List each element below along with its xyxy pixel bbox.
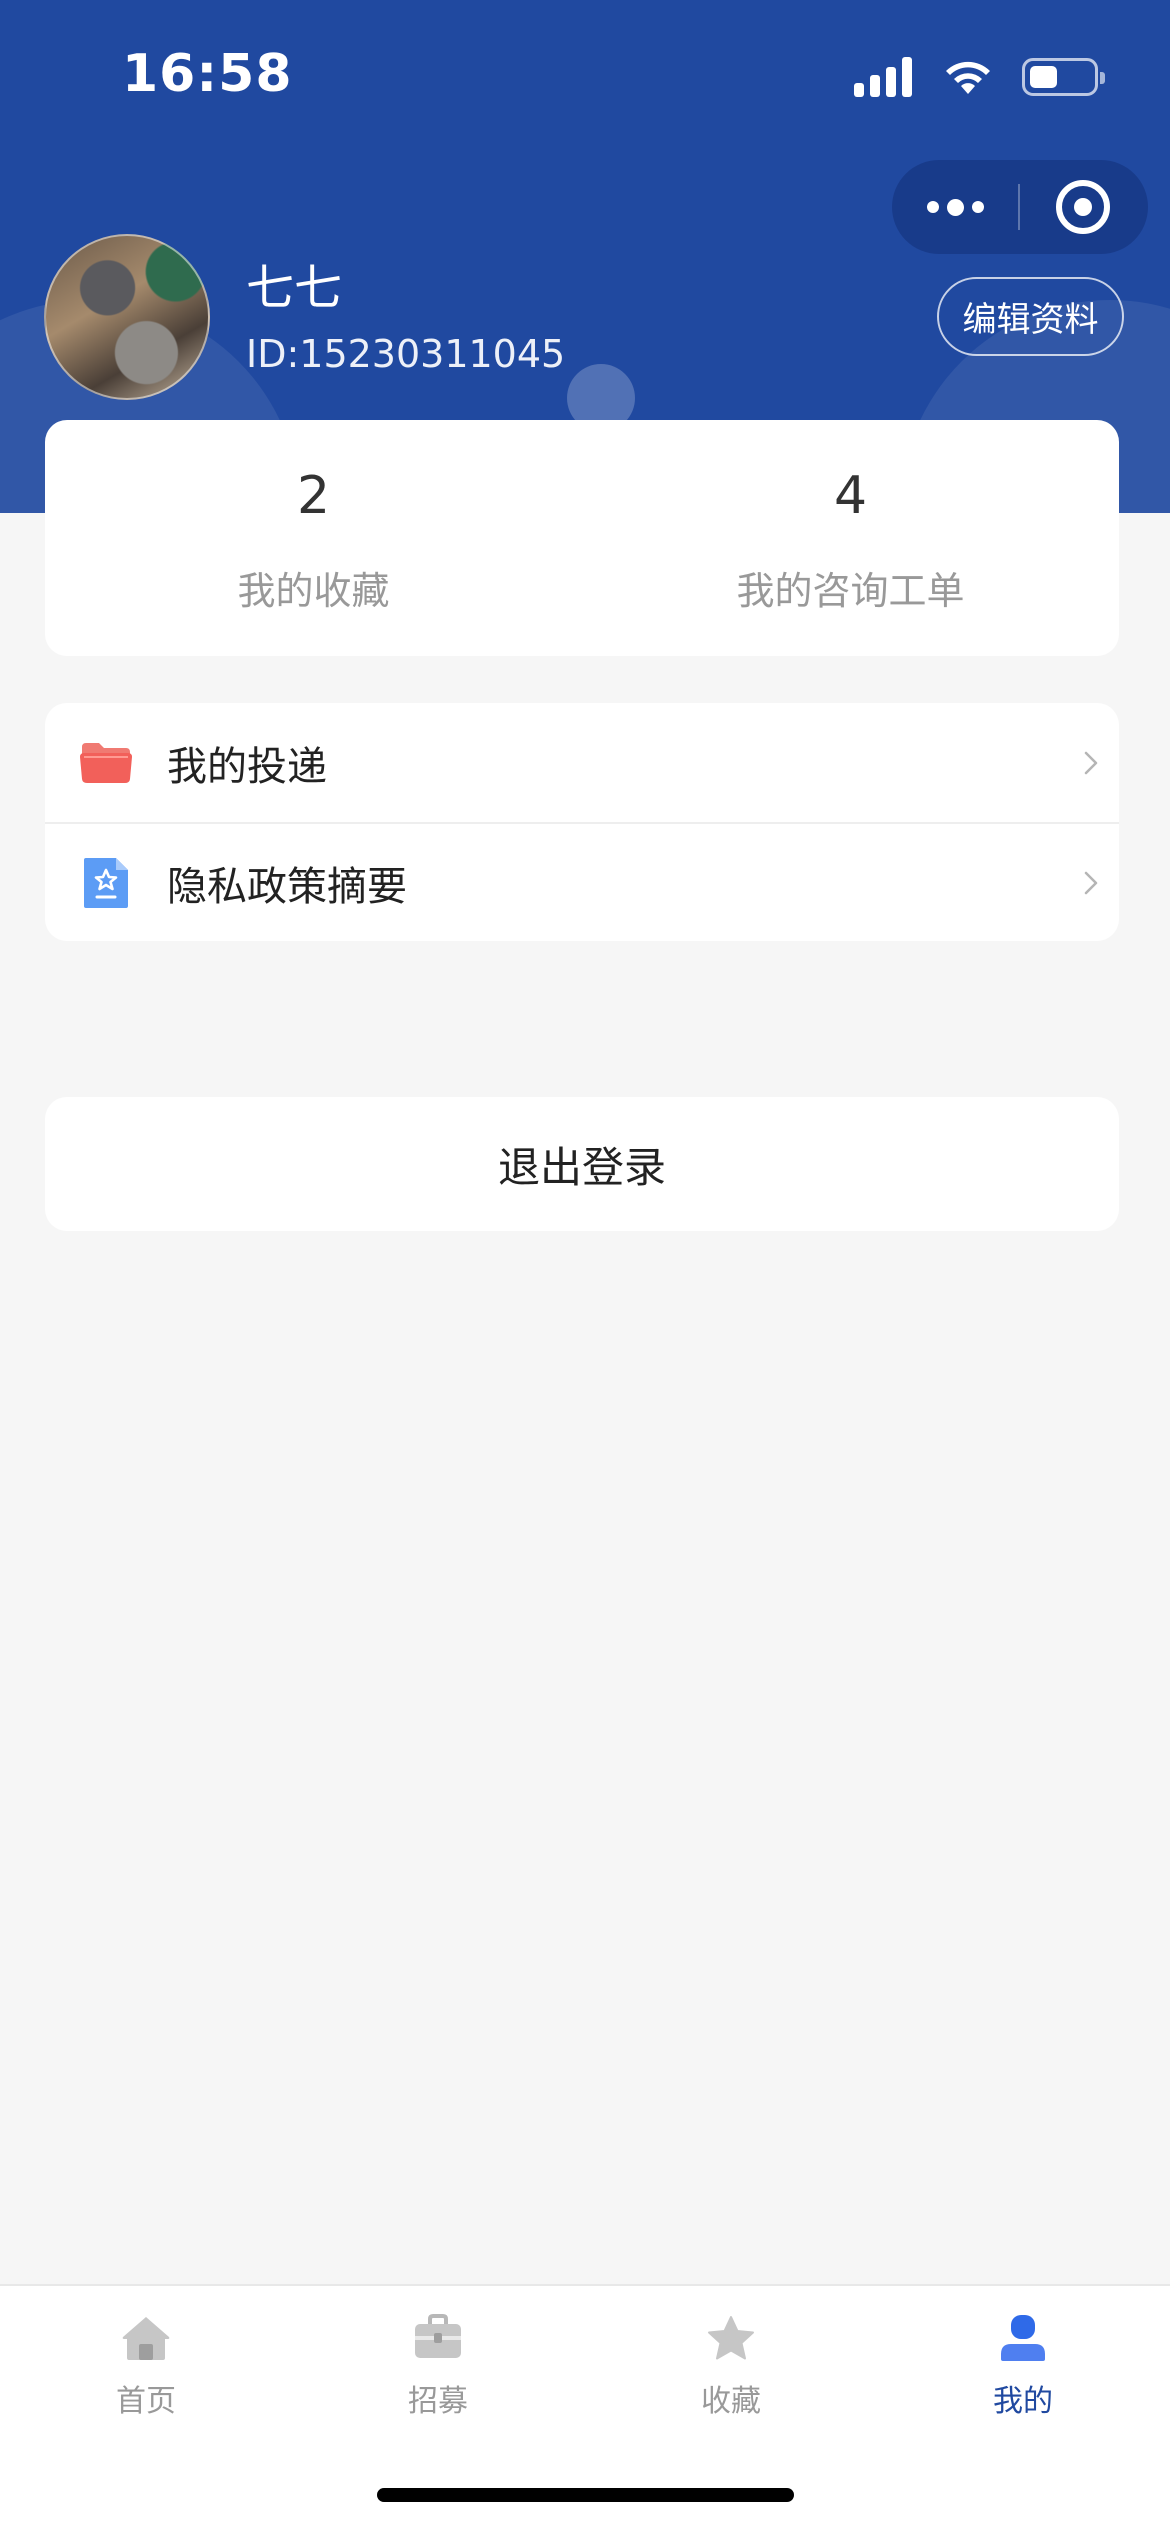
cellular-signal-icon bbox=[854, 57, 912, 97]
mini-program-capsule bbox=[892, 160, 1148, 254]
menu-item-label: 我的投递 bbox=[167, 743, 327, 790]
status-icons bbox=[854, 54, 1105, 100]
tab-mine[interactable]: 我的 bbox=[877, 2286, 1169, 2420]
avatar[interactable] bbox=[44, 234, 210, 400]
logout-button[interactable]: 退出登录 bbox=[45, 1097, 1119, 1231]
stat-label: 我的收藏 bbox=[237, 569, 390, 613]
folder-icon bbox=[80, 742, 132, 783]
user-icon bbox=[1001, 2315, 1045, 2361]
home-icon bbox=[122, 2317, 170, 2360]
menu-item-label: 隐私政策摘要 bbox=[167, 863, 407, 910]
menu-item-my-applications[interactable]: 我的投递 bbox=[45, 703, 1119, 822]
battery-level bbox=[1030, 66, 1057, 88]
profile-page: 16:58 七七 ID:15230311045 编辑资料 2 我的收藏 4 我的… bbox=[0, 0, 1170, 2532]
briefcase-icon bbox=[415, 2314, 461, 2358]
chevron-right-icon bbox=[1084, 871, 1098, 894]
battery-icon bbox=[1022, 58, 1105, 96]
user-id: ID:15230311045 bbox=[246, 332, 566, 376]
wifi-icon bbox=[946, 61, 990, 94]
chevron-right-icon bbox=[1084, 751, 1098, 774]
tab-home[interactable]: 首页 bbox=[0, 2286, 292, 2420]
edit-profile-button[interactable]: 编辑资料 bbox=[937, 277, 1124, 356]
close-mini-program-icon[interactable] bbox=[1020, 160, 1146, 254]
stats-card: 2 我的收藏 4 我的咨询工单 bbox=[45, 420, 1119, 656]
username: 七七 bbox=[246, 260, 343, 316]
tab-recruit[interactable]: 招募 bbox=[292, 2286, 584, 2420]
stat-value: 4 bbox=[833, 466, 868, 526]
status-time: 16:58 bbox=[122, 44, 293, 104]
star-icon bbox=[708, 2316, 754, 2360]
more-options-icon[interactable] bbox=[892, 160, 1018, 254]
stat-label: 我的咨询工单 bbox=[736, 569, 965, 613]
stat-value: 2 bbox=[296, 466, 331, 526]
tab-label: 我的 bbox=[993, 2384, 1053, 2419]
stat-favorites[interactable]: 2 我的收藏 bbox=[45, 420, 582, 656]
tab-label: 收藏 bbox=[701, 2384, 761, 2419]
document-star-icon bbox=[84, 857, 128, 908]
tab-favorites[interactable]: 收藏 bbox=[585, 2286, 877, 2420]
tab-label: 招募 bbox=[408, 2384, 468, 2419]
stat-consult-tickets[interactable]: 4 我的咨询工单 bbox=[582, 420, 1119, 656]
menu-card: 我的投递 隐私政策摘要 bbox=[45, 703, 1119, 941]
menu-item-privacy-summary[interactable]: 隐私政策摘要 bbox=[45, 822, 1119, 941]
tab-label: 首页 bbox=[116, 2384, 176, 2419]
home-indicator bbox=[377, 2488, 794, 2502]
